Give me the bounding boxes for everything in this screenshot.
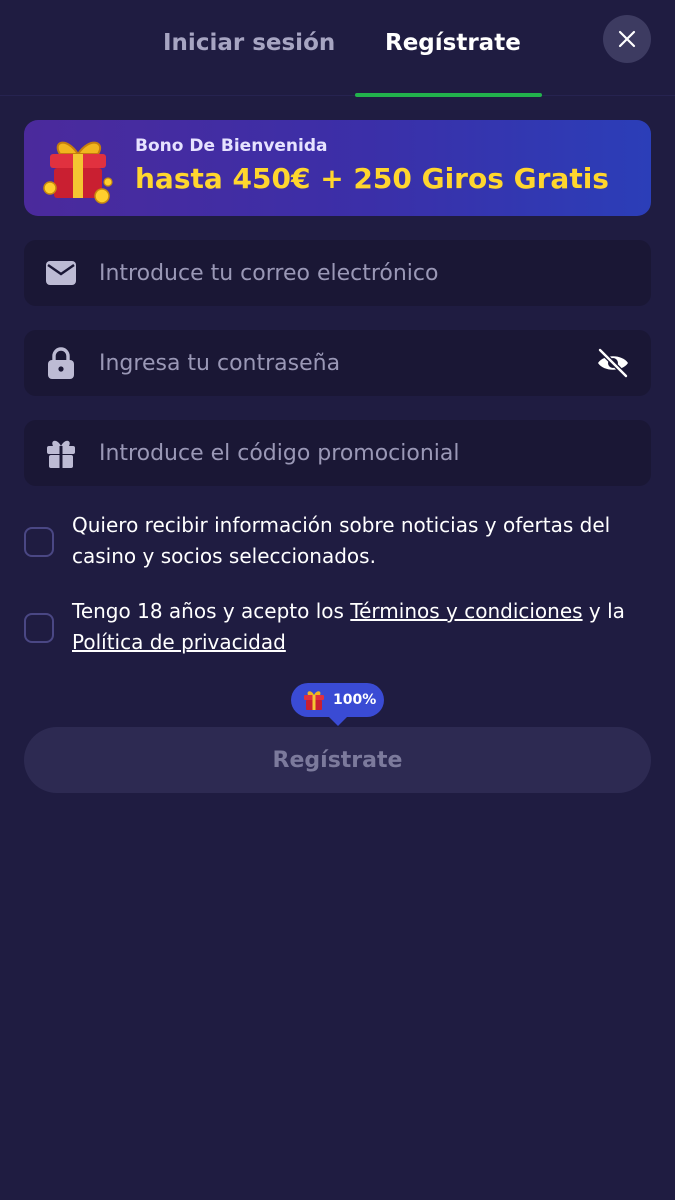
promo-code-input[interactable] (97, 420, 577, 486)
envelope-icon (46, 258, 76, 288)
gift-box-icon (43, 141, 113, 204)
terms-consent-label: Tengo 18 años y acepto los Términos y co… (72, 596, 662, 658)
gift-icon (46, 438, 76, 468)
register-screen: Iniciar sesión Regístrate Bono De Bienve… (0, 0, 675, 1200)
newsletter-checkbox[interactable] (24, 527, 54, 557)
password-input[interactable] (97, 330, 577, 396)
lock-icon (46, 347, 76, 379)
terms-link[interactable]: Términos y condiciones (350, 599, 582, 623)
terms-middle: y la (582, 599, 625, 623)
promo-field-container (24, 420, 651, 486)
close-icon (618, 30, 636, 48)
active-tab-indicator (355, 93, 542, 97)
tab-login[interactable]: Iniciar sesión (163, 30, 335, 56)
terms-prefix: Tengo 18 años y acepto los (72, 599, 351, 623)
banner-subtitle: Bono De Bienvenida (135, 136, 328, 156)
newsletter-consent-label: Quiero recibir información sobre noticia… (72, 513, 611, 568)
password-field-container (24, 330, 651, 396)
welcome-bonus-banner[interactable]: Bono De Bienvenida hasta 450€ + 250 Giro… (24, 120, 651, 216)
eye-slash-icon[interactable] (595, 345, 631, 381)
terms-checkbox[interactable] (24, 613, 54, 643)
close-button[interactable] (603, 15, 651, 63)
bonus-progress-badge: 100% (291, 683, 384, 726)
email-field-container (24, 240, 651, 306)
banner-title: hasta 450€ + 250 Giros Gratis (135, 162, 609, 195)
progress-value: 100% (333, 692, 377, 708)
auth-tabs: Iniciar sesión Regístrate (0, 0, 675, 97)
gift-icon (304, 691, 324, 710)
email-input[interactable] (97, 240, 577, 306)
register-submit-button[interactable]: Regístrate (24, 727, 651, 793)
tab-register[interactable]: Regístrate (385, 30, 521, 56)
privacy-link[interactable]: Política de privacidad (72, 630, 286, 654)
